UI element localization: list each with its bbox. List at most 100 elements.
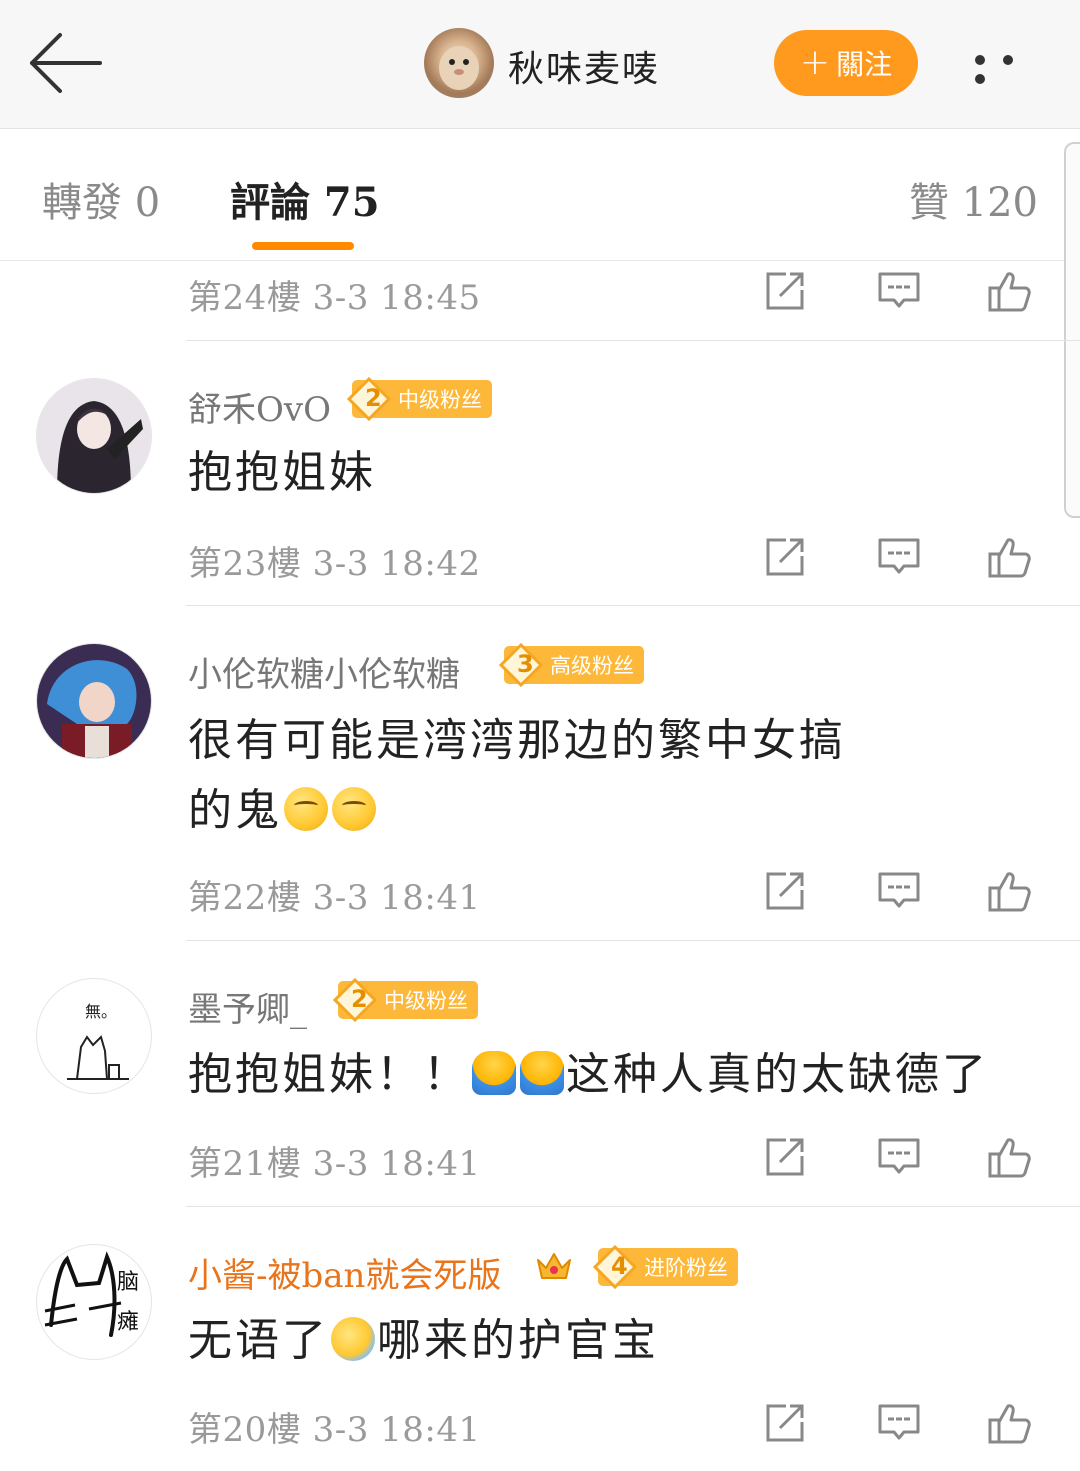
badge-level: 3 [517, 650, 534, 678]
more-dot [975, 74, 985, 84]
commenter-name[interactable]: 墨予卿_ [188, 982, 307, 1031]
badge-level: 4 [611, 1252, 628, 1280]
reply-button[interactable] [874, 532, 924, 582]
commenter-name[interactable]: 小酱-被ban就会死版 [188, 1248, 501, 1297]
thumbs-up-icon [988, 538, 1031, 578]
fan-level-badge: 2 中级粉丝 [332, 977, 478, 1023]
commenter-avatar[interactable]: 脑 瘫 [36, 1244, 152, 1360]
top-bar: 秋味麦唛 + 關注 [0, 0, 1080, 129]
comment-text-line: 的鬼 [188, 776, 1028, 846]
divider [186, 605, 1080, 606]
more-dots-icon [975, 55, 985, 65]
hamster-avatar-image [439, 46, 479, 90]
hug-emoji-icon [472, 1051, 516, 1095]
divider [186, 1206, 1080, 1207]
comment-text: 很有可能是湾湾那边的繁中女搞 的鬼 [188, 706, 1028, 846]
badge-level: 2 [351, 985, 368, 1013]
author-name[interactable]: 秋味麦唛 [508, 40, 660, 92]
commenter-avatar[interactable]: 無。 [36, 978, 152, 1094]
back-button[interactable] [28, 30, 104, 96]
thumbs-up-icon [988, 1404, 1031, 1444]
comment-text: 抱抱姐妹！！ 这种人真的太缺德了 [188, 1040, 1028, 1110]
reply-button[interactable] [874, 1398, 924, 1448]
comment-text: 抱抱姐妹 [188, 447, 376, 498]
svg-text:脑: 脑 [117, 1270, 139, 1295]
badge-label: 中级粉丝 [384, 989, 468, 1013]
badge-label: 进阶粉丝 [644, 1256, 728, 1280]
like-button[interactable] [986, 1398, 1036, 1448]
arrow-left-icon [30, 33, 102, 93]
divider [186, 340, 1080, 341]
more-button[interactable] [975, 50, 1055, 84]
anime-avatar-image [37, 644, 151, 758]
crying-emoji-icon [331, 1317, 375, 1361]
share-edit-icon [766, 272, 804, 310]
thumbs-up-icon [988, 272, 1031, 312]
like-button[interactable] [986, 266, 1036, 316]
repost-button[interactable] [760, 1398, 810, 1448]
comment-icon [878, 272, 920, 308]
comment-text-fragment: 哪来的护官宝 [377, 1315, 659, 1366]
fan-level-badge: 2 中级粉丝 [346, 376, 492, 422]
follow-label: 關注 [836, 48, 893, 81]
commenter-avatar[interactable] [36, 643, 152, 759]
svg-text:瘫: 瘫 [117, 1310, 139, 1335]
commenter-name[interactable]: 舒禾OvO [188, 382, 331, 431]
comment-meta-row: 第22樓 3-3 18:41 [188, 862, 1048, 922]
floor-timestamp: 第23樓 3-3 18:42 [188, 544, 481, 584]
share-edit-icon [766, 538, 804, 576]
badge-label: 中级粉丝 [398, 388, 482, 412]
share-edit-icon [766, 1404, 804, 1442]
tab-likes[interactable]: 贊 120 [909, 170, 1038, 228]
active-tab-indicator [252, 242, 354, 250]
scrollbar[interactable] [1064, 142, 1080, 518]
repost-button[interactable] [760, 866, 810, 916]
comment-text-fragment: 这种人真的太缺德了 [566, 1049, 989, 1100]
thumbs-up-icon [988, 1138, 1031, 1178]
like-button[interactable] [986, 532, 1036, 582]
comment-icon [878, 1138, 920, 1174]
more-dot [1003, 55, 1013, 65]
floor-timestamp: 第20樓 3-3 18:41 [188, 1410, 481, 1450]
comment-meta-row: 第21樓 3-3 18:41 [188, 1128, 1048, 1188]
comment-text: 无语了 哪来的护官宝 [188, 1306, 1028, 1376]
reply-button[interactable] [874, 1132, 924, 1182]
repost-button[interactable] [760, 1132, 810, 1182]
follow-button[interactable]: + 關注 [774, 30, 918, 96]
commenter-avatar[interactable] [36, 378, 152, 494]
tab-comments[interactable]: 評論 75 [230, 170, 380, 228]
badge-level: 2 [365, 384, 382, 412]
reply-button[interactable] [874, 266, 924, 316]
thinking-emoji-icon [284, 787, 328, 831]
badge-label: 高级粉丝 [550, 654, 634, 678]
comment-meta-row: 第20樓 3-3 18:41 [188, 1394, 1048, 1454]
comment-text-fragment: 的鬼 [188, 785, 282, 836]
repost-button[interactable] [760, 532, 810, 582]
author-avatar[interactable] [424, 28, 494, 98]
comment-icon [878, 538, 920, 574]
like-button[interactable] [986, 866, 1036, 916]
comment-icon [878, 872, 920, 908]
floor-timestamp: 第22樓 3-3 18:41 [188, 878, 481, 918]
commenter-name[interactable]: 小伦软糖小伦软糖 [188, 647, 460, 696]
comment-text-fragment: 无语了 [188, 1315, 329, 1366]
divider [186, 940, 1080, 941]
svg-text:無。: 無。 [85, 1002, 117, 1021]
floor-timestamp: 第21樓 3-3 18:41 [188, 1144, 481, 1184]
repost-button[interactable] [760, 266, 810, 316]
reply-button[interactable] [874, 866, 924, 916]
floor-timestamp: 第24樓 3-3 18:45 [188, 278, 481, 318]
comment-icon [878, 1404, 920, 1440]
tab-repost[interactable]: 轉發 0 [42, 170, 160, 228]
fan-level-badge: 4 进阶粉丝 [592, 1244, 738, 1290]
share-edit-icon [766, 1138, 804, 1176]
thinking-emoji-icon [332, 787, 376, 831]
crown-vip-icon [537, 1253, 571, 1279]
fan-level-badge: 3 高级粉丝 [498, 642, 644, 688]
calligraphy-cat-avatar-image: 脑 瘫 [44, 1251, 139, 1337]
hug-emoji-icon [520, 1051, 564, 1095]
comment-text-line: 很有可能是湾湾那边的繁中女搞 [188, 715, 846, 766]
cat-sketch-avatar-image: 無。 [67, 1002, 129, 1080]
comment-meta-row: 第23樓 3-3 18:42 [188, 528, 1048, 588]
like-button[interactable] [986, 1132, 1036, 1182]
